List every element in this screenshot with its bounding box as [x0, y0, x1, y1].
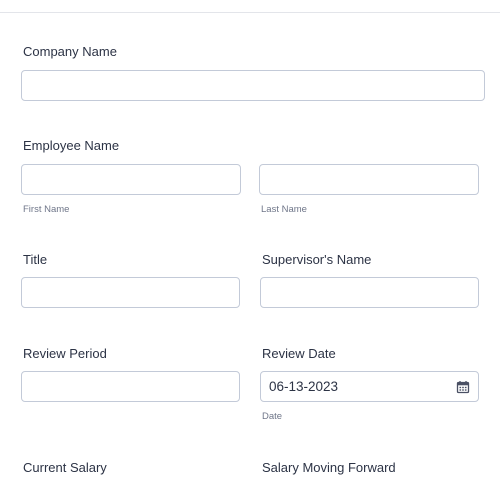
- salary-moving-forward-label: Salary Moving Forward: [262, 460, 396, 475]
- review-date-sublabel: Date: [262, 411, 283, 422]
- section-divider: [0, 12, 500, 13]
- review-date-value: 06-13-2023: [269, 379, 339, 394]
- employee-name-label: Employee Name: [23, 138, 120, 153]
- review-date-input[interactable]: 06-13-2023: [260, 371, 479, 402]
- last-name-sublabel: Last Name: [261, 204, 307, 215]
- supervisor-name-label: Supervisor's Name: [262, 252, 372, 267]
- review-period-label: Review Period: [23, 346, 107, 361]
- title-label: Title: [23, 252, 48, 267]
- calendar-icon[interactable]: [456, 380, 470, 394]
- first-name-sublabel: First Name: [23, 204, 70, 215]
- review-date-label: Review Date: [262, 346, 336, 361]
- current-salary-label: Current Salary: [23, 460, 107, 475]
- company-name-input[interactable]: [21, 70, 485, 101]
- company-name-label: Company Name: [23, 44, 117, 59]
- last-name-input[interactable]: [259, 164, 479, 195]
- title-input[interactable]: [21, 277, 240, 308]
- review-period-input[interactable]: [21, 371, 240, 402]
- supervisor-name-input[interactable]: [260, 277, 479, 308]
- first-name-input[interactable]: [21, 164, 241, 195]
